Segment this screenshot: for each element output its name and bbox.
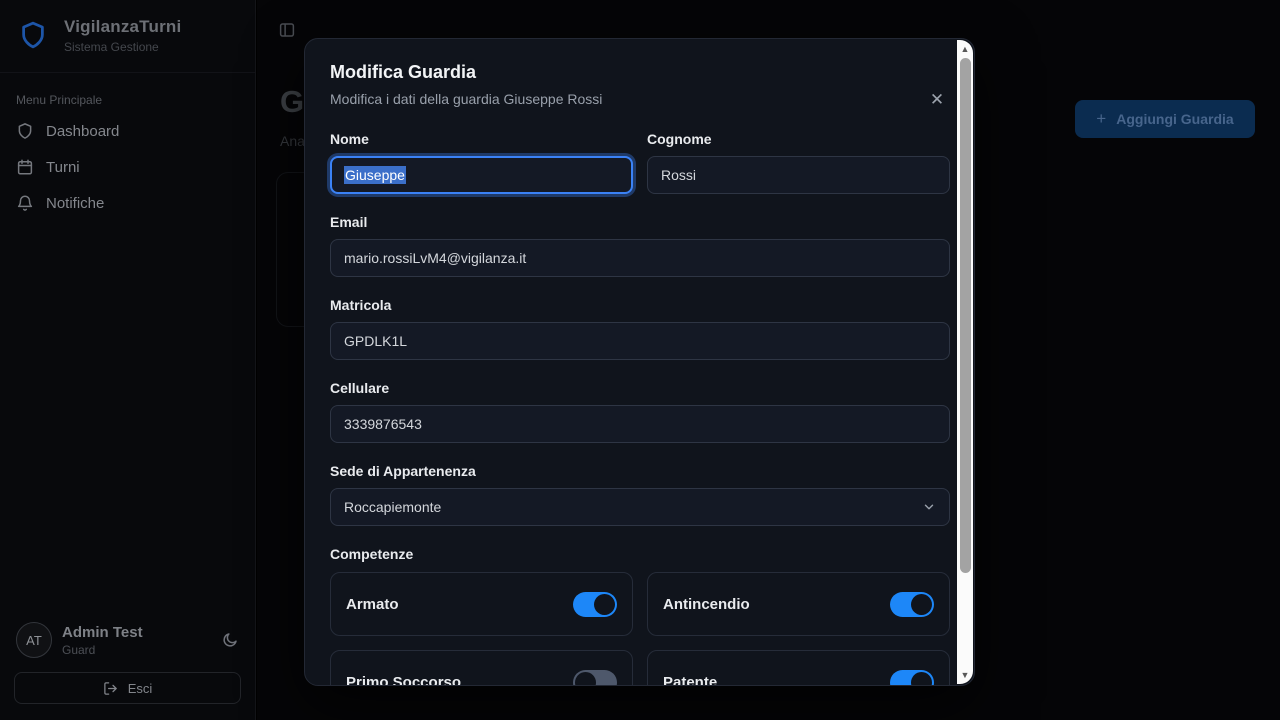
app-logo-shield-icon [14,16,52,54]
nome-label: Nome [330,131,633,147]
nome-selected-text: Giuseppe [344,166,406,184]
nome-input[interactable]: Giuseppe [330,156,633,194]
competenza-antincendio: Antincendio [647,572,950,636]
sede-label: Sede di Appartenenza [330,463,950,479]
chevron-down-icon [922,500,936,514]
add-guard-button[interactable]: + Aggiungi Guardia [1075,100,1255,138]
matricola-input[interactable] [330,322,950,360]
primo-soccorso-toggle[interactable] [573,670,617,686]
close-icon[interactable]: ✕ [928,91,946,109]
add-guard-label: Aggiungi Guardia [1116,111,1233,127]
matricola-label: Matricola [330,297,950,313]
armato-toggle[interactable] [573,592,617,617]
field-matricola: Matricola [330,297,950,360]
sidebar-toggle-icon[interactable] [278,21,296,39]
user-role: Guard [62,643,143,657]
field-nome: Nome Giuseppe [330,131,633,194]
email-input[interactable] [330,239,950,277]
moon-icon[interactable] [221,631,239,649]
cognome-input[interactable] [647,156,950,194]
calendar-icon [16,158,34,176]
edit-guard-modal: Modifica Guardia Modifica i dati della g… [304,38,975,686]
sede-select[interactable]: Roccapiemonte [330,488,950,526]
cellulare-label: Cellulare [330,380,950,396]
user-row: AT Admin Test Guard [14,616,241,672]
sidebar-item-label: Turni [46,159,80,176]
sidebar-item-notifiche[interactable]: Notifiche [0,185,255,221]
user-name: Admin Test [62,624,143,641]
avatar: AT [16,622,52,658]
plus-icon: + [1096,109,1106,129]
competenza-armato: Armato [330,572,633,636]
competenza-primo-soccorso: Primo Soccorso [330,650,633,685]
sidebar-item-label: Notifiche [46,195,104,212]
field-email: Email [330,214,950,277]
modal-subtitle: Modifica i dati della guardia Giuseppe R… [330,91,950,107]
sidebar-item-dashboard[interactable]: Dashboard [0,113,255,149]
sidebar-item-turni[interactable]: Turni [0,149,255,185]
sidebar-item-label: Dashboard [46,123,119,140]
sidebar-footer: AT Admin Test Guard Esci [0,604,255,720]
bell-icon [16,194,34,212]
sede-selected-value: Roccapiemonte [344,499,441,515]
app-title: VigilanzaTurni [64,17,181,37]
page-subtitle: Ana [280,133,305,149]
page-title: G [280,84,304,120]
app-brand: VigilanzaTurni Sistema Gestione [0,0,255,73]
scrollbar-thumb[interactable] [960,58,971,573]
field-cellulare: Cellulare [330,380,950,443]
competenze-label: Competenze [330,546,950,562]
field-cognome: Cognome [647,131,950,194]
scroll-up-arrow-icon[interactable]: ▲ [957,41,973,57]
cognome-label: Cognome [647,131,950,147]
modal-title: Modifica Guardia [330,62,950,83]
sidebar: VigilanzaTurni Sistema Gestione Menu Pri… [0,0,256,720]
shield-icon [16,122,34,140]
app-subtitle: Sistema Gestione [64,40,181,54]
field-sede: Sede di Appartenenza Roccapiemonte [330,463,950,526]
logout-label: Esci [128,681,153,696]
antincendio-toggle[interactable] [890,592,934,617]
scroll-down-arrow-icon[interactable]: ▼ [957,667,973,683]
modal-content: Modifica Guardia Modifica i dati della g… [305,39,958,685]
logout-icon [103,681,118,696]
competenza-patente: Patente [647,650,950,685]
cellulare-input[interactable] [330,405,950,443]
menu-section-label: Menu Principale [0,73,255,113]
patente-toggle[interactable] [890,670,934,686]
logout-button[interactable]: Esci [14,672,241,704]
email-label: Email [330,214,950,230]
modal-scrollbar[interactable]: ▲ ▼ [957,40,973,684]
